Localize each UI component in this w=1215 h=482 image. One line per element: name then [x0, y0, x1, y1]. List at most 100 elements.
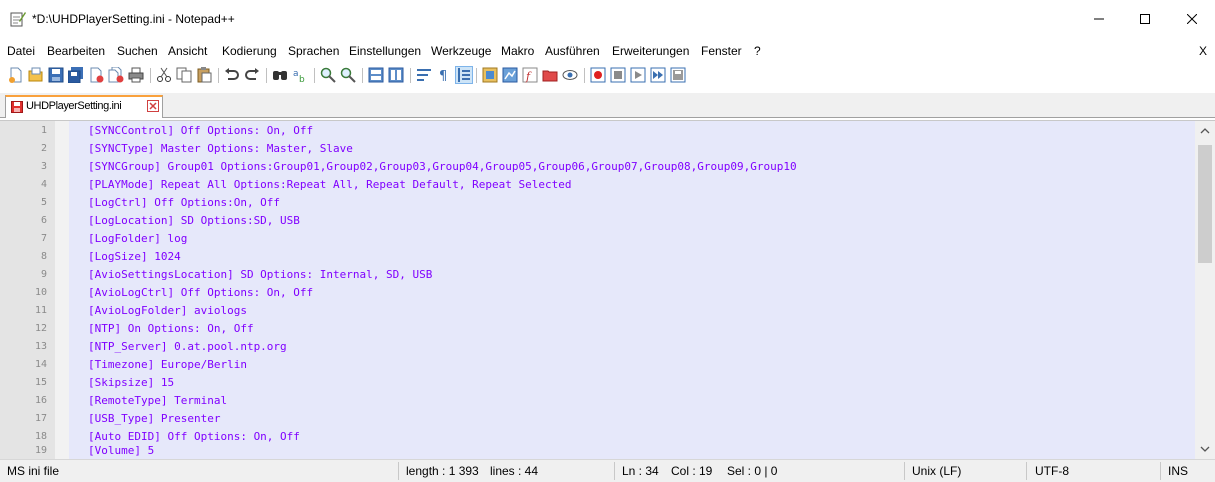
record-macro-icon[interactable]: [590, 67, 606, 83]
code-line[interactable]: [RemoteType] Terminal: [88, 392, 227, 410]
menu-sprachen[interactable]: Sprachen: [288, 44, 339, 58]
menu-suchen[interactable]: Suchen: [117, 44, 158, 58]
code-line[interactable]: [LogSize] 1024: [88, 248, 181, 266]
user-language-icon[interactable]: [482, 67, 498, 83]
code-line[interactable]: [NTP] On Options: On, Off: [88, 320, 254, 338]
line-position-status: Ln : 34: [622, 464, 659, 478]
code-line[interactable]: [SYNCControl] Off Options: On, Off: [88, 122, 313, 140]
lines-status: lines : 44: [490, 464, 539, 478]
line-number: 17: [34, 413, 47, 424]
editor[interactable]: 1 [SYNCControl] Off Options: On, Off 2 […: [0, 120, 1215, 459]
line-number: 3: [40, 161, 47, 172]
minimize-button[interactable]: [1076, 0, 1122, 38]
menu-kodierung[interactable]: Kodierung: [222, 44, 277, 58]
menu-werkzeuge[interactable]: Werkzeuge: [431, 44, 491, 58]
code-line[interactable]: [AvioSettingsLocation] SD Options: Inter…: [88, 266, 432, 284]
function-list-icon[interactable]: f: [522, 67, 538, 83]
tab-close-icon[interactable]: [147, 100, 159, 112]
menu-datei[interactable]: Datei: [7, 44, 35, 58]
window-title: *D:\UHDPlayerSetting.ini - Notepad++: [32, 12, 235, 26]
column-position-status: Col : 19: [671, 464, 713, 478]
scroll-thumb[interactable]: [1198, 145, 1212, 263]
code-line[interactable]: [Volume] 5: [88, 442, 154, 459]
redo-icon[interactable]: [244, 67, 260, 83]
line-number: 4: [40, 179, 47, 190]
close-file-icon[interactable]: [88, 67, 104, 83]
close-all-icon[interactable]: [108, 67, 124, 83]
code-line[interactable]: [SYNCType] Master Options: Master, Slave: [88, 140, 353, 158]
close-window-button[interactable]: [1169, 0, 1215, 38]
status-separator: [1160, 462, 1161, 480]
tab-uhdplayersetting[interactable]: UHDPlayerSetting.ini: [5, 95, 163, 118]
save-macro-icon[interactable]: [670, 67, 686, 83]
fold-margin[interactable]: [55, 121, 69, 459]
scroll-down-icon[interactable]: [1198, 443, 1212, 455]
toolbar-separator: [584, 68, 585, 83]
notepad-plus-plus-app-icon[interactable]: [10, 11, 26, 27]
undo-icon[interactable]: [224, 67, 240, 83]
code-line[interactable]: [Timezone] Europe/Berlin: [88, 356, 247, 374]
show-all-characters-icon[interactable]: ¶: [436, 67, 452, 83]
toolbar-separator: [150, 68, 151, 83]
maximize-button[interactable]: [1122, 0, 1168, 38]
line-number: 6: [40, 215, 47, 226]
code-line[interactable]: [Skipsize] 15: [88, 374, 174, 392]
menu-ausfuehren[interactable]: Ausführen: [545, 44, 600, 58]
close-icon: [1187, 14, 1197, 24]
save-all-icon[interactable]: [68, 67, 84, 83]
indent-guide-icon[interactable]: [455, 66, 473, 84]
replace-icon[interactable]: ab: [292, 67, 308, 83]
tab-bar: UHDPlayerSetting.ini: [0, 93, 1215, 118]
line-number: 11: [34, 305, 47, 316]
toolbar-separator: [410, 68, 411, 83]
document-map-icon[interactable]: [502, 67, 518, 83]
close-document-button[interactable]: X: [1199, 44, 1207, 58]
zoom-in-icon[interactable]: [320, 67, 336, 83]
code-line[interactable]: [AvioLogFolder] aviologs: [88, 302, 247, 320]
scroll-up-icon[interactable]: [1198, 125, 1212, 137]
code-line[interactable]: [SYNCGroup] Group01 Options:Group01,Grou…: [88, 158, 797, 176]
play-macro-icon[interactable]: [630, 67, 646, 83]
menu-einstellungen[interactable]: Einstellungen: [349, 44, 421, 58]
insert-mode-status[interactable]: INS: [1168, 464, 1188, 478]
code-line[interactable]: [LogFolder] log: [88, 230, 187, 248]
menu-ansicht[interactable]: Ansicht: [168, 44, 207, 58]
cut-icon[interactable]: [156, 67, 172, 83]
line-number: 7: [40, 233, 47, 244]
paste-icon[interactable]: [196, 67, 212, 83]
word-wrap-icon[interactable]: [416, 67, 432, 83]
menu-fenster[interactable]: Fenster: [701, 44, 742, 58]
svg-text:¶: ¶: [439, 69, 447, 83]
status-separator: [1026, 462, 1027, 480]
eol-status[interactable]: Unix (LF): [912, 464, 961, 478]
menu-help[interactable]: ?: [754, 44, 761, 58]
code-line[interactable]: [USB_Type] Presenter: [88, 410, 220, 428]
menu-makro[interactable]: Makro: [501, 44, 534, 58]
code-line[interactable]: [LogLocation] SD Options:SD, USB: [88, 212, 300, 230]
sync-vertical-icon[interactable]: [368, 67, 384, 83]
code-line[interactable]: [NTP_Server] 0.at.pool.ntp.org: [88, 338, 287, 356]
print-icon[interactable]: [128, 67, 144, 83]
sync-horizontal-icon[interactable]: [388, 67, 404, 83]
toolbar-separator: [476, 68, 477, 83]
line-number: 1: [40, 125, 47, 136]
run-macro-multiple-icon[interactable]: [650, 67, 666, 83]
folder-workspace-icon[interactable]: [542, 67, 558, 83]
menu-erweiterungen[interactable]: Erweiterungen: [612, 44, 689, 58]
find-icon[interactable]: [272, 67, 288, 83]
code-line[interactable]: [LogCtrl] Off Options:On, Off: [88, 194, 280, 212]
line-number: 2: [40, 143, 47, 154]
stop-macro-icon[interactable]: [610, 67, 626, 83]
status-separator: [398, 462, 399, 480]
copy-icon[interactable]: [176, 67, 192, 83]
new-file-icon[interactable]: [8, 67, 24, 83]
zoom-out-icon[interactable]: [340, 67, 356, 83]
monitoring-icon[interactable]: [562, 67, 578, 83]
line-number: 5: [40, 197, 47, 208]
encoding-status[interactable]: UTF-8: [1035, 464, 1069, 478]
open-file-icon[interactable]: [28, 67, 44, 83]
save-icon[interactable]: [48, 67, 64, 83]
menu-bearbeiten[interactable]: Bearbeiten: [47, 44, 105, 58]
code-line[interactable]: [PLAYMode] Repeat All Options:Repeat All…: [88, 176, 571, 194]
code-line[interactable]: [AvioLogCtrl] Off Options: On, Off: [88, 284, 313, 302]
